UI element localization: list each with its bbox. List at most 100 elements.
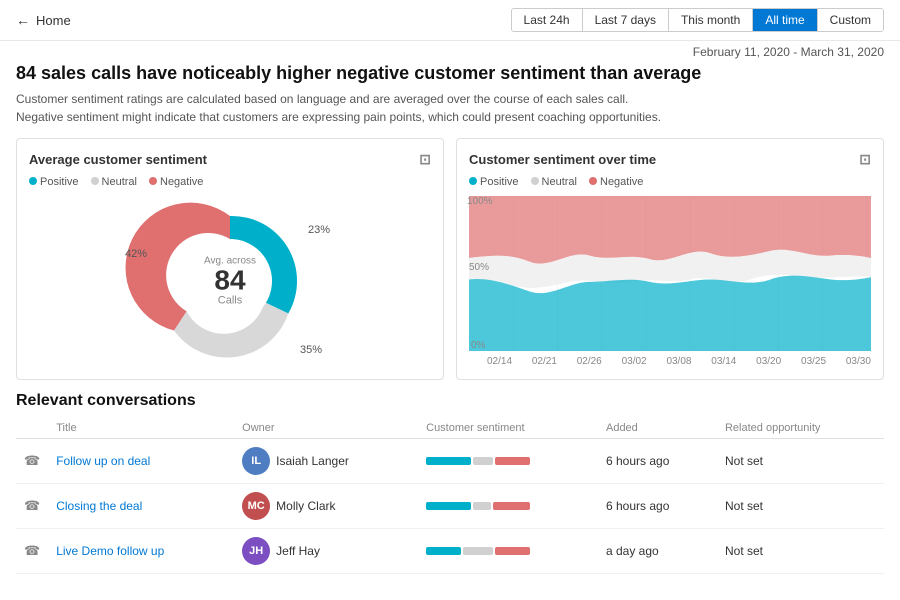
legend-neutral: Neutral: [102, 176, 137, 188]
legend-negative: Negative: [160, 176, 203, 188]
y-label-100: 100%: [467, 196, 493, 207]
donut-label-neutral: 35%: [300, 344, 322, 356]
row-title[interactable]: Closing the deal: [48, 484, 234, 529]
x-label-0226: 02/26: [577, 356, 602, 367]
back-label: Home: [36, 13, 71, 28]
x-label-0302: 03/02: [622, 356, 647, 367]
sent-negative: [495, 547, 530, 555]
section-title: Relevant conversations: [16, 392, 884, 410]
x-label-0314: 03/14: [711, 356, 736, 367]
donut-label-negative: 42%: [125, 248, 147, 260]
row-opportunity: Not set: [717, 529, 884, 574]
relevant-conversations-section: Relevant conversations Title Owner Custo…: [16, 392, 884, 574]
table-row[interactable]: ☎ Live Demo follow up JH Jeff Hay a day …: [16, 529, 884, 574]
conversations-table: Title Owner Customer sentiment Added Rel…: [16, 418, 884, 574]
filter-last24h[interactable]: Last 24h: [512, 9, 583, 31]
owner-avatar: JH: [242, 537, 270, 565]
header: ← Home Last 24h Last 7 days This month A…: [0, 0, 900, 41]
y-label-50: 50%: [469, 262, 489, 273]
col-title: Title: [48, 418, 234, 439]
ot-legend-negative: Negative: [600, 176, 643, 188]
donut-center-sub: Calls: [204, 295, 256, 307]
page-desc-line1: Customer sentiment ratings are calculate…: [16, 92, 628, 106]
sentiment-overtime-export-icon[interactable]: ⊡: [859, 151, 871, 168]
sent-negative: [493, 502, 530, 510]
time-filters: Last 24h Last 7 days This month All time…: [511, 8, 884, 32]
ot-positive-dot: [469, 177, 477, 185]
sent-neutral: [463, 547, 493, 555]
sentiment-overtime-legend: Positive Neutral Negative: [469, 176, 871, 188]
sent-positive: [426, 457, 471, 465]
sentiment-over-time-card: Customer sentiment over time ⊡ Positive …: [456, 138, 884, 380]
main-content: 84 sales calls have noticeably higher ne…: [0, 63, 900, 582]
owner-avatar: IL: [242, 447, 270, 475]
donut-label-positive: 23%: [308, 224, 330, 236]
owner-avatar: MC: [242, 492, 270, 520]
filter-thismonth[interactable]: This month: [669, 9, 753, 31]
back-arrow-icon: ←: [16, 12, 30, 28]
x-label-0214: 02/14: [487, 356, 512, 367]
row-opportunity: Not set: [717, 484, 884, 529]
date-range: February 11, 2020 - March 31, 2020: [0, 41, 900, 63]
col-owner: Owner: [234, 418, 418, 439]
sent-positive: [426, 547, 461, 555]
back-link[interactable]: ← Home: [16, 12, 71, 28]
row-owner: MC Molly Clark: [234, 484, 418, 529]
ot-neutral-dot: [531, 177, 539, 185]
donut-center-text: Avg. across 84 Calls: [204, 256, 256, 307]
row-added: 6 hours ago: [598, 484, 717, 529]
row-added: 6 hours ago: [598, 439, 717, 484]
ot-legend-positive: Positive: [480, 176, 519, 188]
avg-sentiment-title: Average customer sentiment ⊡: [29, 151, 431, 168]
x-label-0330: 03/30: [846, 356, 871, 367]
filter-last7days[interactable]: Last 7 days: [583, 9, 669, 31]
table-row[interactable]: ☎ Closing the deal MC Molly Clark 6 hour…: [16, 484, 884, 529]
table-row[interactable]: ☎ Follow up on deal IL Isaiah Langer 6 h…: [16, 439, 884, 484]
owner-name: Jeff Hay: [276, 544, 320, 558]
owner-name: Isaiah Langer: [276, 454, 349, 468]
row-opportunity: Not set: [717, 439, 884, 484]
page-title: 84 sales calls have noticeably higher ne…: [16, 63, 884, 84]
x-label-0325: 03/25: [801, 356, 826, 367]
x-label-0221: 02/21: [532, 356, 557, 367]
col-opportunity: Related opportunity: [717, 418, 884, 439]
row-owner: IL Isaiah Langer: [234, 439, 418, 484]
ot-legend-neutral: Neutral: [542, 176, 577, 188]
col-sentiment: Customer sentiment: [418, 418, 598, 439]
row-sentiment: [418, 484, 598, 529]
page-desc-line2: Negative sentiment might indicate that c…: [16, 110, 661, 124]
row-sentiment: [418, 529, 598, 574]
positive-dot: [29, 177, 37, 185]
col-icon: [16, 418, 48, 439]
area-chart-container: 100% 50% 0% 02/14 02/21 02/26 03/02 03/0…: [469, 196, 871, 367]
row-title[interactable]: Live Demo follow up: [48, 529, 234, 574]
row-title[interactable]: Follow up on deal: [48, 439, 234, 484]
sentiment-over-time-title: Customer sentiment over time ⊡: [469, 151, 871, 168]
owner-name: Molly Clark: [276, 499, 335, 513]
x-label-0308: 03/08: [666, 356, 691, 367]
avg-sentiment-legend: Positive Neutral Negative: [29, 176, 431, 188]
sent-neutral: [473, 502, 491, 510]
row-phone-icon: ☎: [16, 439, 48, 484]
donut-center-number: 84: [204, 267, 256, 295]
x-labels: 02/14 02/21 02/26 03/02 03/08 03/14 03/2…: [469, 356, 871, 367]
row-phone-icon: ☎: [16, 529, 48, 574]
avg-sentiment-export-icon[interactable]: ⊡: [419, 151, 431, 168]
area-chart-svg: [469, 196, 871, 351]
sent-neutral: [473, 457, 493, 465]
ot-negative-dot: [589, 177, 597, 185]
charts-row: Average customer sentiment ⊡ Positive Ne…: [16, 138, 884, 380]
filter-alltime[interactable]: All time: [753, 9, 817, 31]
legend-positive: Positive: [40, 176, 79, 188]
y-label-0: 0%: [471, 340, 485, 351]
sent-positive: [426, 502, 471, 510]
filter-custom[interactable]: Custom: [818, 9, 883, 31]
x-label-0320: 03/20: [756, 356, 781, 367]
avg-sentiment-card: Average customer sentiment ⊡ Positive Ne…: [16, 138, 444, 380]
neutral-dot: [91, 177, 99, 185]
row-sentiment: [418, 439, 598, 484]
page-desc: Customer sentiment ratings are calculate…: [16, 90, 884, 126]
col-added: Added: [598, 418, 717, 439]
table-header-row: Title Owner Customer sentiment Added Rel…: [16, 418, 884, 439]
row-phone-icon: ☎: [16, 484, 48, 529]
